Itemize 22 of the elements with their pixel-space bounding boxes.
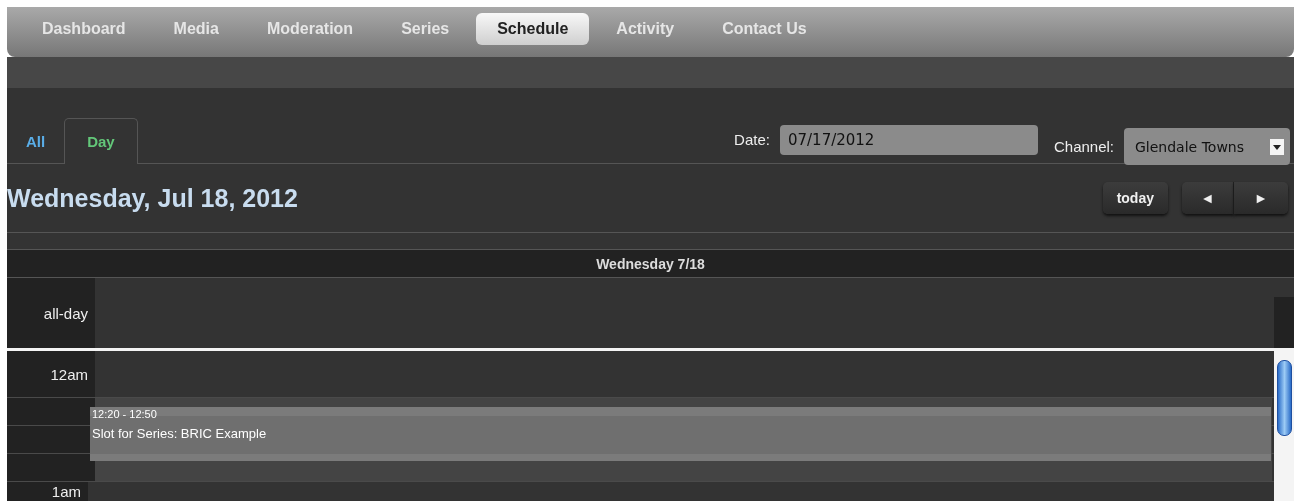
date-label: Date:: [734, 131, 770, 148]
time-label: 12am: [50, 365, 88, 383]
calendar-title: Wednesday, Jul 18, 2012: [7, 183, 298, 213]
view-tab[interactable]: All: [7, 118, 65, 164]
event-title: Slot for Series: BRIC Example: [92, 426, 268, 441]
nav-tab[interactable]: Schedule: [476, 13, 590, 45]
channel-label: Channel:: [1053, 138, 1114, 155]
next-button[interactable]: ►: [1234, 182, 1288, 214]
scrollbar[interactable]: [1274, 351, 1294, 501]
scrollbar-track: [1274, 297, 1294, 348]
previous-button[interactable]: ◄: [1182, 182, 1234, 214]
scrollbar-thumb[interactable]: [1277, 360, 1292, 436]
date-field[interactable]: 07/17/2012: [779, 124, 1038, 155]
view-tab[interactable]: Day: [64, 118, 138, 164]
all-day-label: all-day: [43, 304, 88, 322]
time-label: 1am: [51, 483, 81, 500]
today-button[interactable]: today: [1102, 182, 1168, 214]
day-header: Wednesday 7/18: [7, 250, 1294, 278]
caret-icon: [1270, 138, 1284, 155]
event-time: 12:20 - 12:50: [92, 408, 157, 420]
channel-select[interactable]: Glendale Towns: [1124, 128, 1290, 165]
calendar-event[interactable]: 12:20 - 12:50 Slot for Series: BRIC Example: [90, 407, 1271, 461]
